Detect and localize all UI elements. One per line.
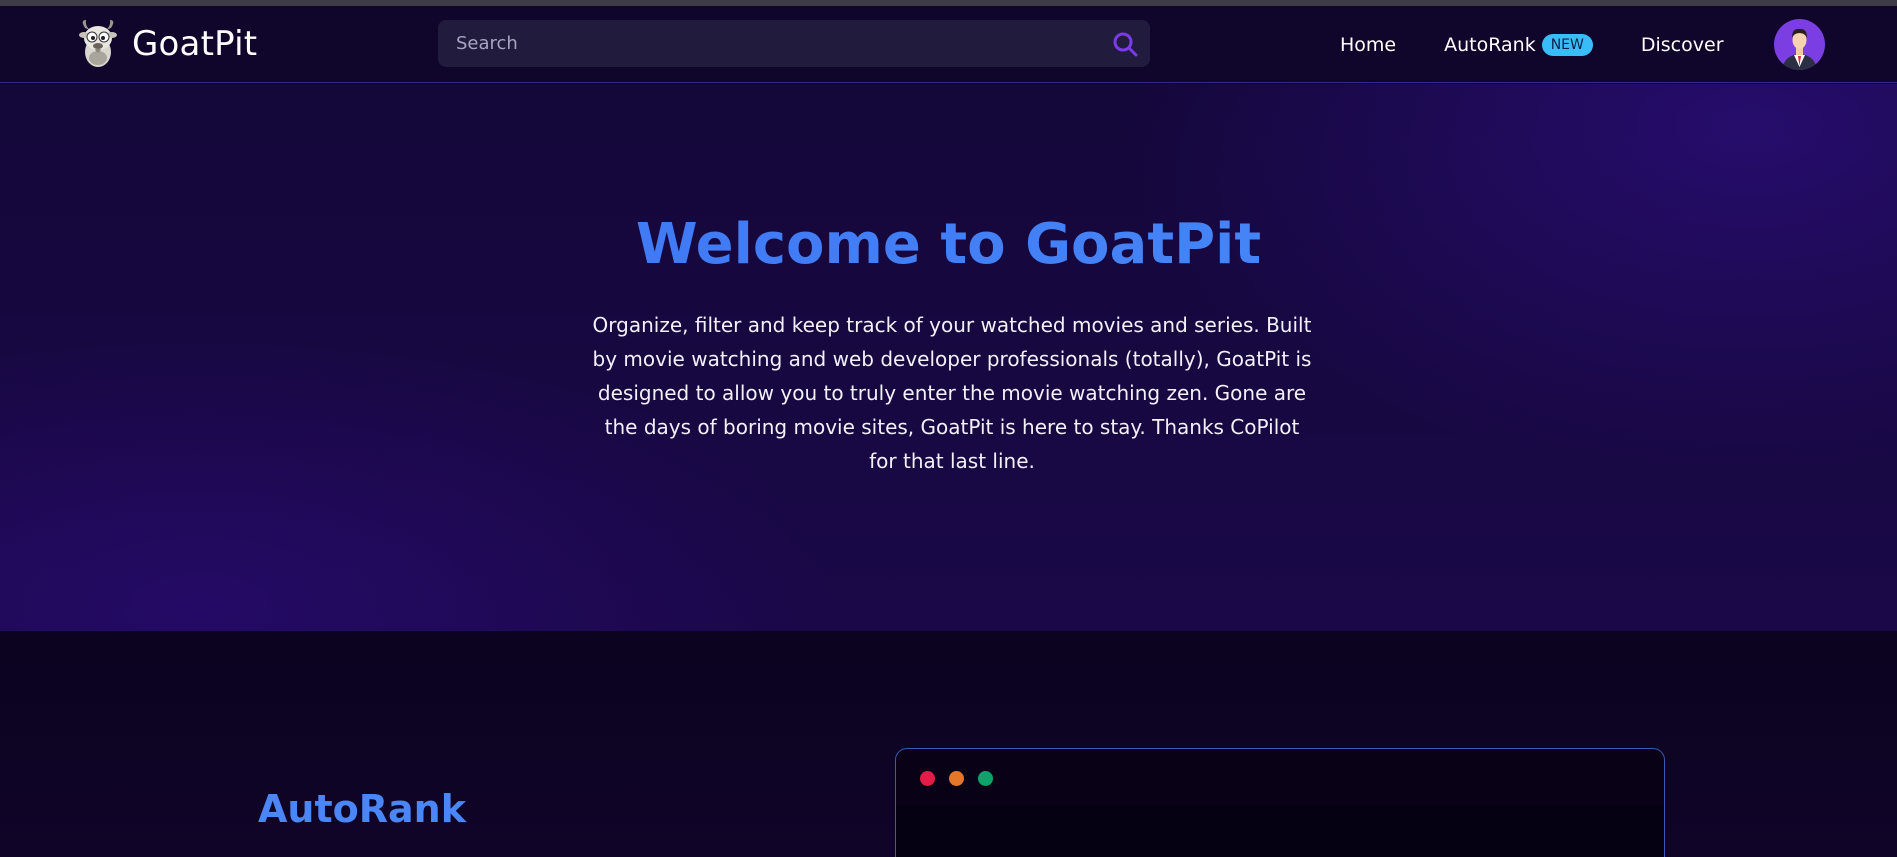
autorank-section-title: AutoRank	[258, 787, 466, 831]
nav-discover-link[interactable]: Discover	[1641, 34, 1724, 56]
nav-links: Home AutoRank NEW Discover	[1340, 6, 1724, 83]
new-badge: NEW	[1541, 33, 1593, 56]
nav-autorank-label: AutoRank	[1444, 33, 1536, 56]
search-icon[interactable]	[1110, 29, 1140, 59]
goat-logo-icon	[79, 20, 117, 67]
search-input[interactable]	[438, 20, 1088, 67]
brand[interactable]: GoatPit	[76, 18, 257, 70]
user-avatar-icon[interactable]	[1774, 19, 1825, 70]
demo-window-body	[896, 805, 1664, 857]
hero-description: Organize, filter and keep track of your …	[592, 313, 1312, 473]
nav-autorank-link[interactable]: AutoRank NEW	[1444, 33, 1593, 56]
red-dot-icon	[920, 771, 935, 786]
search-bar	[438, 20, 1150, 67]
nav-home-link[interactable]: Home	[1340, 34, 1396, 56]
avatar-image	[1774, 19, 1825, 70]
navbar: GoatPit Home AutoRank NEW Discover	[0, 6, 1897, 83]
hero-title: Welcome to GoatPit	[0, 212, 1897, 277]
demo-window	[895, 748, 1665, 857]
autorank-section: AutoRank	[0, 631, 1897, 857]
brand-name: GoatPit	[132, 24, 258, 64]
orange-dot-icon	[949, 771, 964, 786]
hero-section: Welcome to GoatPit Organize, filter and …	[0, 84, 1897, 631]
green-dot-icon	[978, 771, 993, 786]
